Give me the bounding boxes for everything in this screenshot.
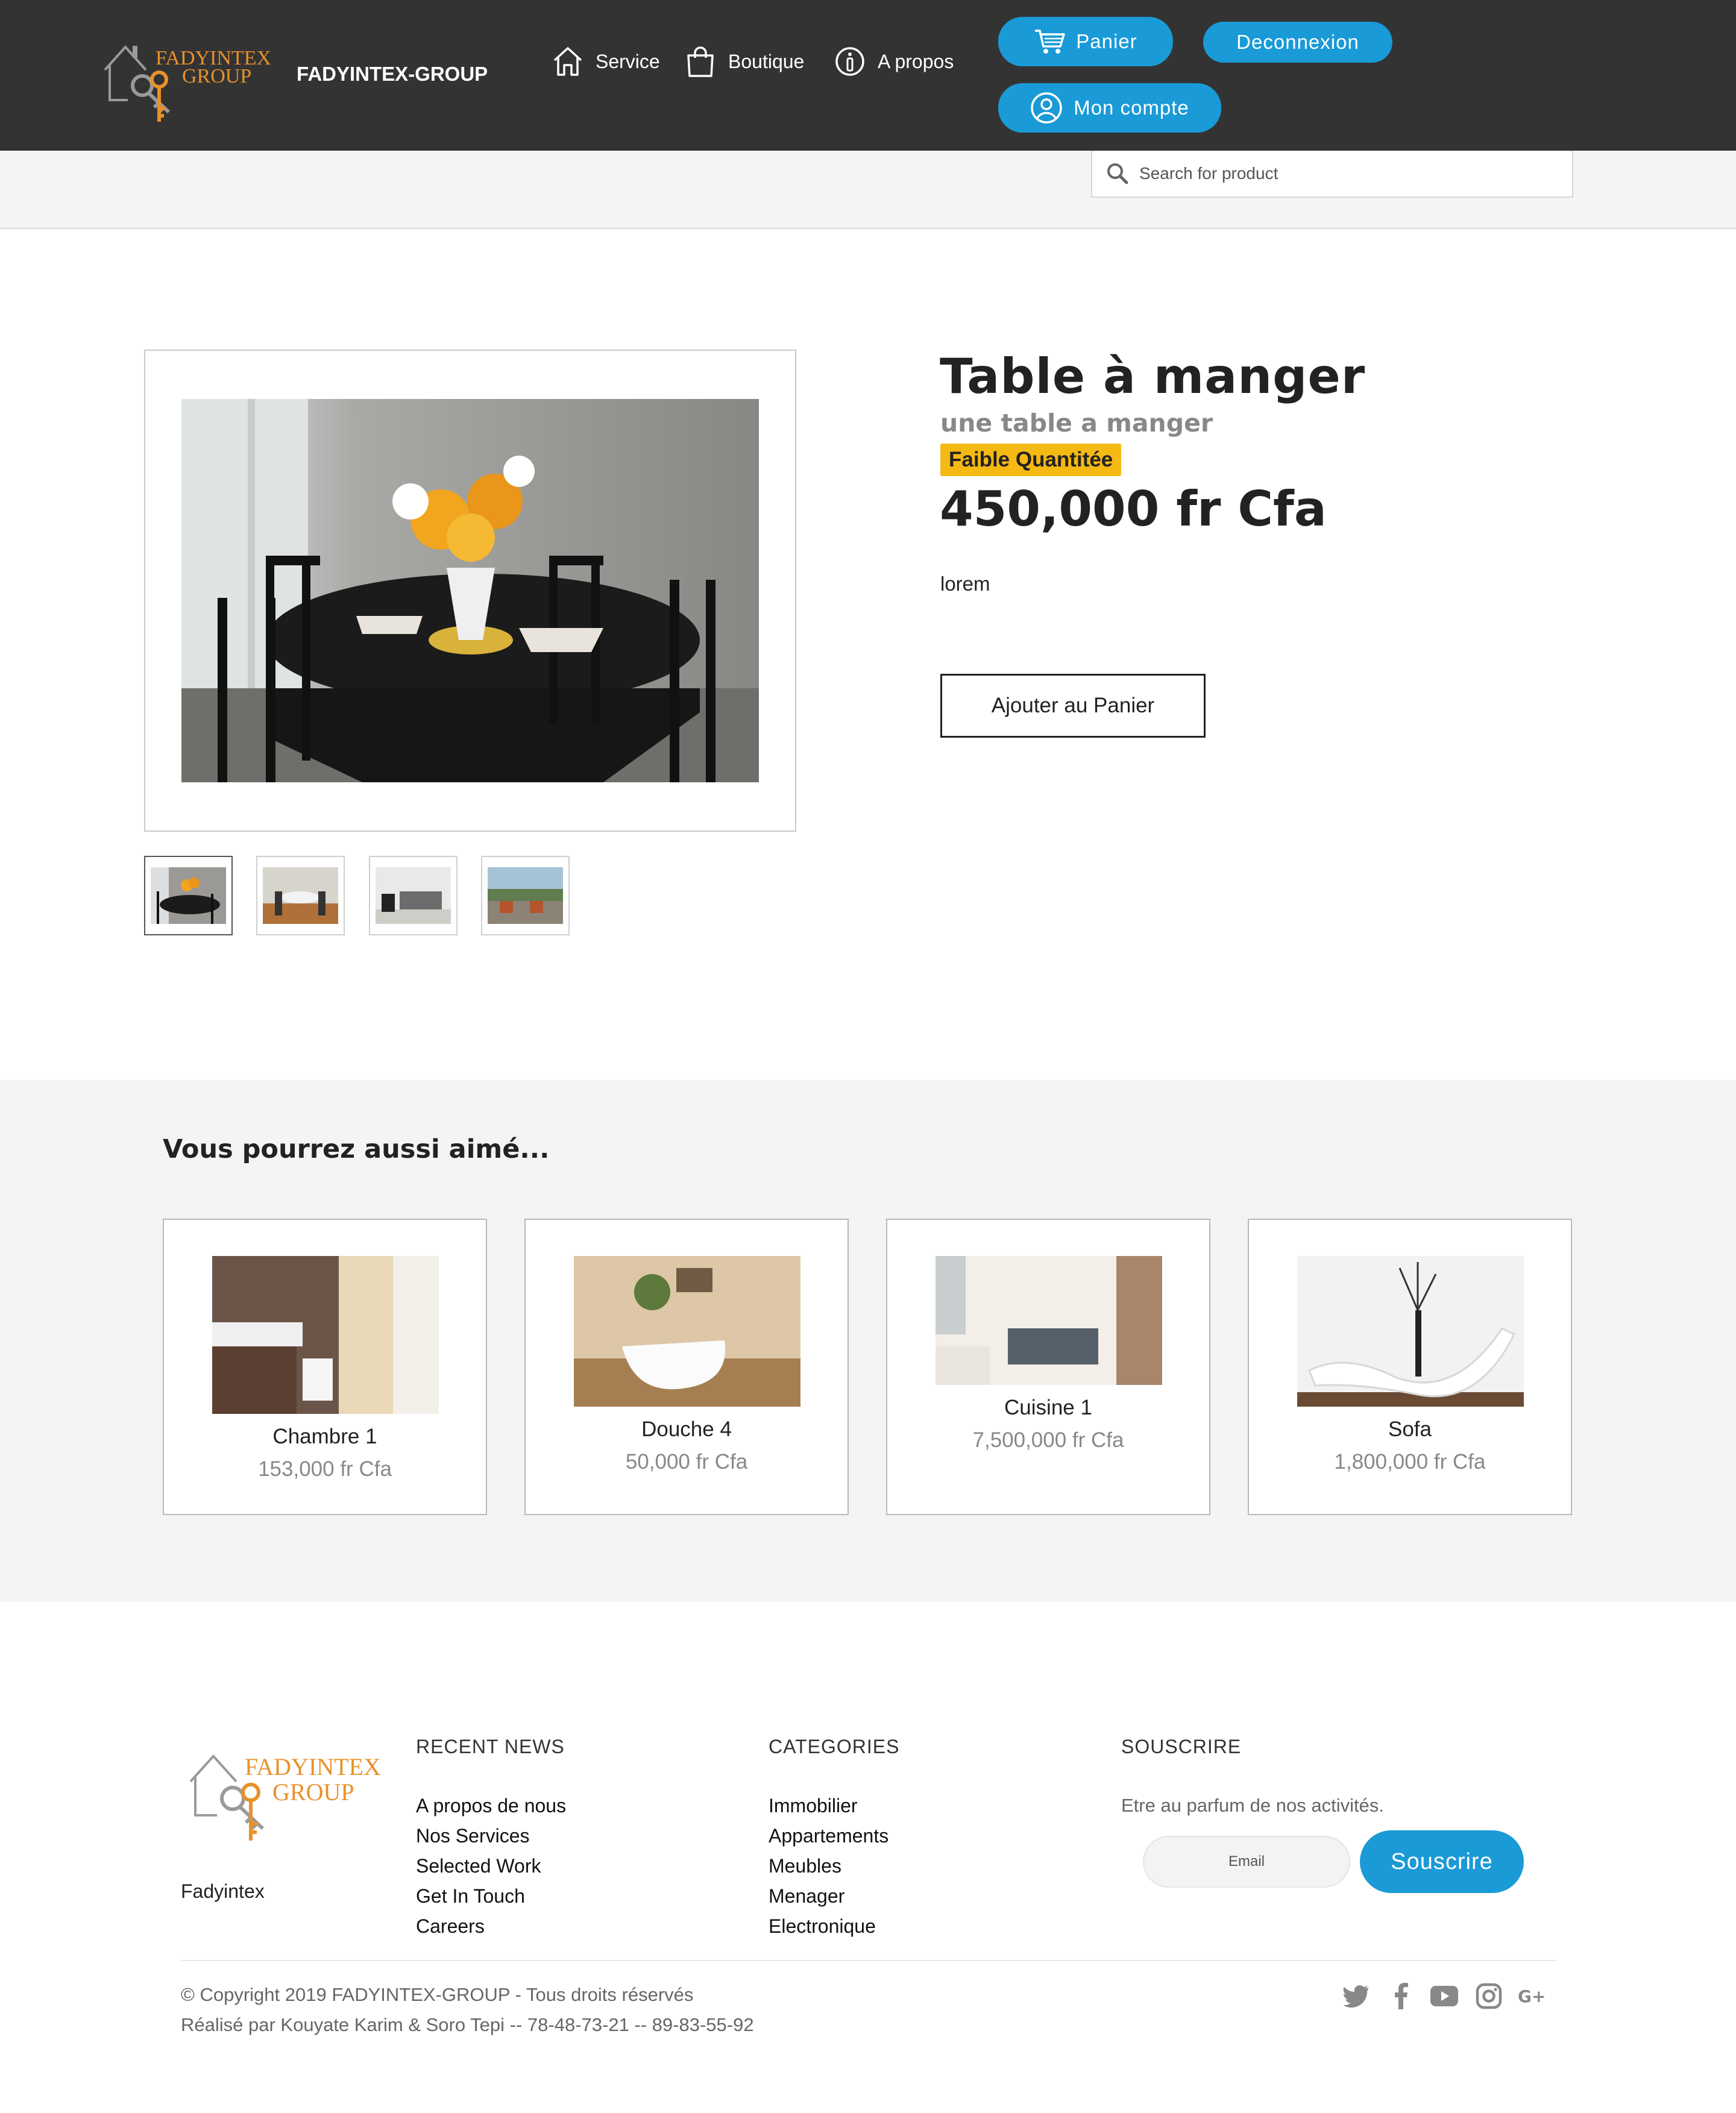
user-circle-icon: [1031, 92, 1062, 124]
twitter-icon[interactable]: [1342, 1982, 1371, 2011]
categories-heading: CATEGORIES: [769, 1736, 900, 1757]
cart-button-label: Panier: [1076, 30, 1137, 52]
facebook-icon[interactable]: [1386, 1982, 1415, 2011]
category-link-electronique[interactable]: Electronique: [769, 1915, 876, 1938]
top-navigation-bar: FADYINTEX GROUP FADYINTEX-GROUP Service …: [0, 0, 1736, 151]
related-product-image[interactable]: [212, 1256, 439, 1414]
recent-news-heading: RECENT NEWS: [416, 1736, 565, 1757]
nav-service-label: Service: [596, 50, 660, 72]
subscribe-button[interactable]: Souscrire: [1360, 1830, 1524, 1893]
related-products-heading: Vous pourrez aussi aimé...: [163, 1134, 550, 1164]
nav-boutique-label: Boutique: [728, 50, 805, 72]
footer-link-selected-work[interactable]: Selected Work: [416, 1855, 541, 1877]
newsletter-email-input[interactable]: [1143, 1836, 1350, 1888]
category-link-appartements[interactable]: Appartements: [769, 1825, 888, 1847]
product-price: 450,000 fr Cfa: [940, 481, 1327, 537]
related-product-image[interactable]: [574, 1256, 800, 1407]
home-icon: [553, 47, 582, 76]
footer-link-get-in-touch[interactable]: Get In Touch: [416, 1885, 525, 1907]
footer-link-careers[interactable]: Careers: [416, 1915, 485, 1938]
copyright-text: © Copyright 2019 FADYINTEX-GROUP - Tous …: [181, 1984, 694, 2005]
related-product-card[interactable]: Sofa 1,800,000 fr Cfa: [1248, 1219, 1572, 1515]
footer-brand-name: Fadyintex: [181, 1880, 265, 1902]
footer-link-services[interactable]: Nos Services: [416, 1825, 530, 1847]
product-description: lorem: [940, 573, 990, 595]
related-product-card[interactable]: Douche 4 50,000 fr Cfa: [524, 1219, 849, 1515]
related-product-price: 50,000 fr Cfa: [625, 1450, 748, 1474]
thumbnail-image: [263, 867, 338, 924]
my-account-button[interactable]: Mon compte: [998, 83, 1221, 133]
svg-text:G+: G+: [1518, 1986, 1546, 2006]
footer-divider: [181, 1960, 1556, 1961]
info-icon: [835, 47, 864, 76]
product-thumbnail-4[interactable]: [481, 856, 570, 935]
credits-text: Réalisé par Kouyate Karim & Soro Tepi --…: [181, 2014, 754, 2035]
category-link-meubles[interactable]: Meubles: [769, 1855, 841, 1877]
product-main-image[interactable]: [181, 399, 759, 782]
nav-a-propos-label: A propos: [878, 50, 954, 72]
product-title: Table à manger: [940, 348, 1366, 404]
cart-icon: [1035, 30, 1066, 54]
add-to-cart-button[interactable]: Ajouter au Panier: [940, 674, 1206, 738]
category-link-immobilier[interactable]: Immobilier: [769, 1795, 858, 1817]
youtube-icon[interactable]: [1430, 1982, 1459, 2011]
cart-button[interactable]: Panier: [998, 17, 1173, 66]
related-product-card[interactable]: Chambre 1 153,000 fr Cfa: [163, 1219, 487, 1515]
footer-logo-line1: FADYINTEX: [245, 1753, 381, 1780]
thumbnail-image: [376, 867, 451, 924]
logout-button[interactable]: Deconnexion: [1203, 22, 1392, 63]
related-product-name[interactable]: Douche 4: [526, 1418, 848, 1442]
my-account-button-label: Mon compte: [1074, 96, 1189, 119]
subscribe-heading: SOUSCRIRE: [1121, 1736, 1242, 1757]
related-product-image[interactable]: [936, 1256, 1162, 1385]
subscribe-text: Etre au parfum de nos activités.: [1121, 1795, 1384, 1816]
nav-a-propos[interactable]: A propos: [834, 46, 954, 77]
product-thumbnail-1[interactable]: [144, 856, 233, 935]
search-icon: [1107, 163, 1128, 184]
product-main-image-frame: [144, 350, 796, 832]
site-logo[interactable]: FADYINTEX GROUP: [101, 42, 276, 122]
product-thumbnail-3[interactable]: [369, 856, 458, 935]
footer-link-about[interactable]: A propos de nous: [416, 1795, 566, 1817]
footer-logo-line2: GROUP: [272, 1779, 354, 1806]
related-product-name[interactable]: Cuisine 1: [887, 1396, 1209, 1420]
product-subtitle: une table a manger: [940, 409, 1213, 438]
thumbnail-image: [488, 867, 563, 924]
search-box[interactable]: [1091, 151, 1573, 198]
category-link-menager[interactable]: Menager: [769, 1885, 844, 1907]
related-product-price: 1,800,000 fr Cfa: [1334, 1450, 1486, 1474]
thumbnail-image: [151, 867, 226, 924]
product-thumbnail-2[interactable]: [256, 856, 345, 935]
related-product-price: 153,000 fr Cfa: [258, 1457, 392, 1481]
related-product-image[interactable]: [1297, 1256, 1524, 1407]
related-product-price: 7,500,000 fr Cfa: [972, 1428, 1124, 1452]
shopping-bag-icon: [687, 46, 714, 77]
footer-logo[interactable]: FADYINTEX GROUP: [187, 1748, 381, 1844]
instagram-icon[interactable]: [1474, 1982, 1503, 2011]
brand-name[interactable]: FADYINTEX-GROUP: [297, 63, 488, 86]
google-plus-icon[interactable]: G+: [1518, 1982, 1549, 2011]
logo-text-line2: GROUP: [182, 65, 252, 87]
stock-status-badge: Faible Quantitée: [940, 444, 1122, 476]
related-product-card[interactable]: Cuisine 1 7,500,000 fr Cfa: [886, 1219, 1210, 1515]
nav-service[interactable]: Service: [552, 46, 660, 77]
logout-button-label: Deconnexion: [1236, 31, 1359, 53]
related-product-name[interactable]: Chambre 1: [164, 1425, 486, 1449]
related-product-name[interactable]: Sofa: [1249, 1418, 1571, 1442]
search-input[interactable]: [1138, 163, 1550, 184]
nav-boutique[interactable]: Boutique: [685, 46, 804, 77]
